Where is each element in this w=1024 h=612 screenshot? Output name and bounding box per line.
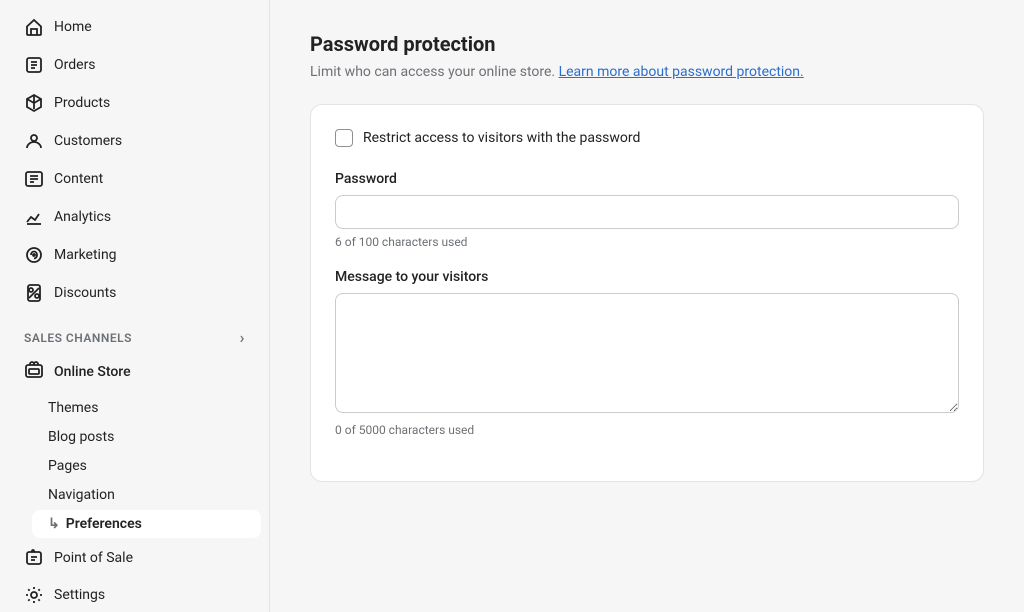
chevron-right-icon: › xyxy=(240,328,245,347)
online-store-label: Online Store xyxy=(54,364,131,380)
sidebar-item-customers[interactable]: Customers xyxy=(8,123,261,159)
sidebar-item-analytics[interactable]: Analytics xyxy=(8,199,261,235)
sales-channels-header: Sales channels › xyxy=(8,312,261,351)
sidebar-item-orders[interactable]: Orders xyxy=(8,47,261,83)
point-of-sale-icon xyxy=(24,548,44,568)
message-label: Message to your visitors xyxy=(335,269,959,285)
page-title: Password protection xyxy=(310,32,984,56)
customers-icon xyxy=(24,131,44,151)
settings-icon xyxy=(24,585,44,605)
content-icon xyxy=(24,169,44,189)
password-input[interactable] xyxy=(335,195,959,229)
sidebar-item-home[interactable]: Home xyxy=(8,9,261,45)
marketing-icon xyxy=(24,245,44,265)
home-label: Home xyxy=(54,19,92,35)
products-label: Products xyxy=(54,95,110,111)
sidebar-item-point-of-sale[interactable]: Point of Sale xyxy=(8,540,261,576)
orders-label: Orders xyxy=(54,57,96,73)
message-hint: 0 of 5000 characters used xyxy=(335,423,959,437)
themes-label: Themes xyxy=(48,400,98,416)
page-description: Limit who can access your online store. … xyxy=(310,64,984,80)
preferences-label: Preferences xyxy=(66,516,142,532)
sidebar-item-content[interactable]: Content xyxy=(8,161,261,197)
marketing-label: Marketing xyxy=(54,247,117,263)
online-store-icon xyxy=(24,360,44,384)
password-protection-card: Restrict access to visitors with the pas… xyxy=(310,104,984,482)
password-label: Password xyxy=(335,171,959,187)
analytics-icon xyxy=(24,207,44,227)
content-label: Content xyxy=(54,171,103,187)
online-store-subnav: Themes Blog posts Pages Navigation ↳ Pre… xyxy=(32,393,269,539)
sidebar-item-pages[interactable]: Pages xyxy=(32,452,261,480)
learn-more-link[interactable]: Learn more about password protection. xyxy=(559,64,804,80)
password-hint: 6 of 100 characters used xyxy=(335,235,959,249)
sidebar-item-online-store[interactable]: Online Store xyxy=(8,352,261,392)
sidebar-item-preferences[interactable]: ↳ Preferences xyxy=(32,510,261,538)
message-field-section: Message to your visitors 0 of 5000 chara… xyxy=(335,269,959,437)
orders-icon xyxy=(24,55,44,75)
discounts-icon xyxy=(24,283,44,303)
main-content: Password protection Limit who can access… xyxy=(270,0,1024,612)
settings-label: Settings xyxy=(54,587,105,603)
blog-posts-label: Blog posts xyxy=(48,429,114,445)
restrict-access-label: Restrict access to visitors with the pas… xyxy=(363,130,640,146)
arrow-icon: ↳ xyxy=(48,516,60,532)
sidebar-item-navigation[interactable]: Navigation xyxy=(32,481,261,509)
analytics-label: Analytics xyxy=(54,209,111,225)
restrict-access-row: Restrict access to visitors with the pas… xyxy=(335,129,959,147)
pages-label: Pages xyxy=(48,458,87,474)
sidebar-item-themes[interactable]: Themes xyxy=(32,394,261,422)
message-textarea[interactable] xyxy=(335,293,959,413)
point-of-sale-label: Point of Sale xyxy=(54,550,133,566)
products-icon xyxy=(24,93,44,113)
discounts-label: Discounts xyxy=(54,285,116,301)
home-icon xyxy=(24,17,44,37)
customers-label: Customers xyxy=(54,133,122,149)
sidebar-item-products[interactable]: Products xyxy=(8,85,261,121)
sidebar-item-marketing[interactable]: Marketing xyxy=(8,237,261,273)
sidebar-item-blog-posts[interactable]: Blog posts xyxy=(32,423,261,451)
sidebar: Home Orders Products Customers xyxy=(0,0,270,612)
sidebar-item-settings[interactable]: Settings xyxy=(8,577,261,612)
navigation-label: Navigation xyxy=(48,487,115,503)
sidebar-item-discounts[interactable]: Discounts xyxy=(8,275,261,311)
restrict-access-checkbox[interactable] xyxy=(335,129,353,147)
password-field-section: Password 6 of 100 characters used xyxy=(335,171,959,249)
